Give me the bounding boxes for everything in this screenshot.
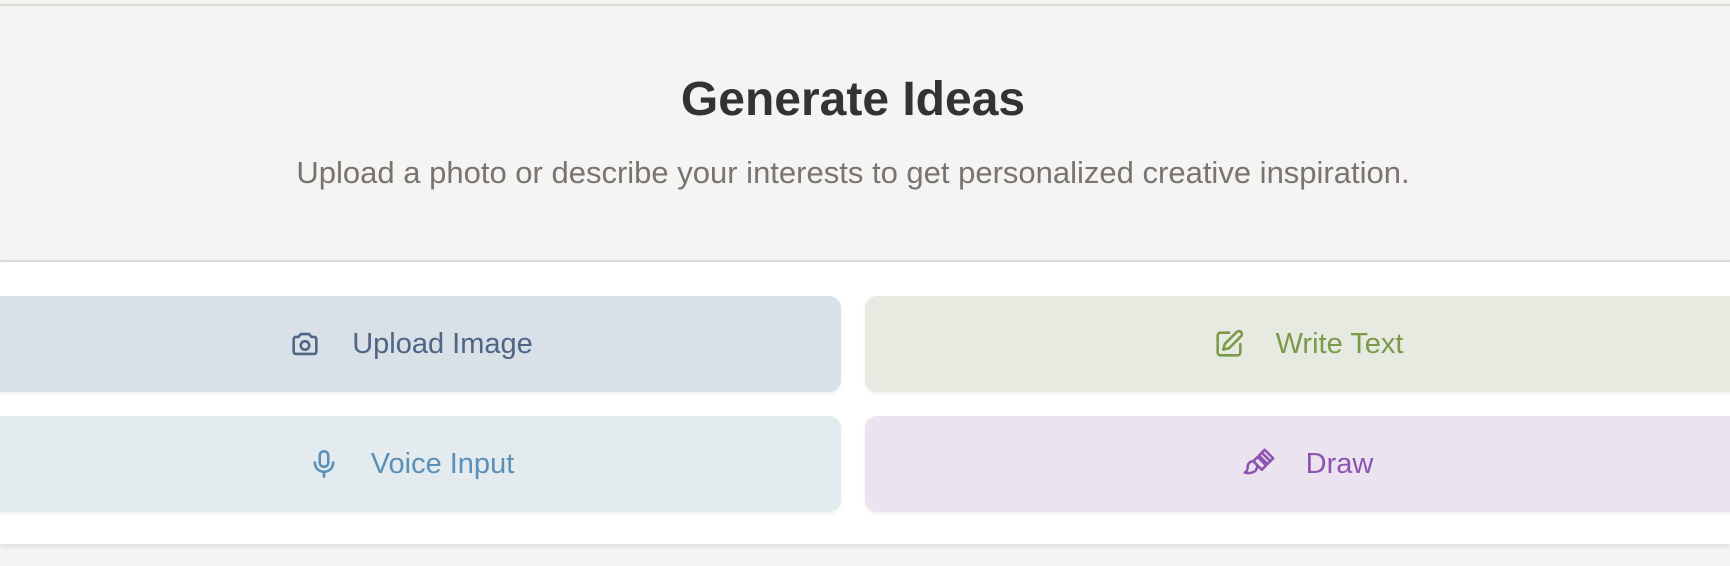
paintbrush-icon [1242, 447, 1276, 481]
draw-label: Draw [1305, 447, 1374, 480]
upload-image-button[interactable]: Upload Image [0, 296, 841, 392]
voice-input-button[interactable]: Voice Input [0, 416, 841, 512]
write-text-button[interactable]: Write Text [865, 296, 1730, 392]
upload-image-label: Upload Image [352, 327, 533, 360]
camera-icon [288, 327, 322, 361]
header-section: Generate Ideas Upload a photo or describ… [0, 6, 1730, 262]
voice-input-label: Voice Input [370, 447, 515, 480]
page-title: Generate Ideas [680, 73, 1026, 126]
write-text-label: Write Text [1275, 327, 1404, 360]
draw-button[interactable]: Draw [865, 416, 1730, 512]
edit-icon [1212, 327, 1246, 361]
page-subtitle: Upload a photo or describe your interest… [296, 155, 1410, 190]
microphone-icon [307, 447, 341, 481]
input-options-panel: Upload Image Write Text Voice Input Draw [0, 262, 1730, 544]
